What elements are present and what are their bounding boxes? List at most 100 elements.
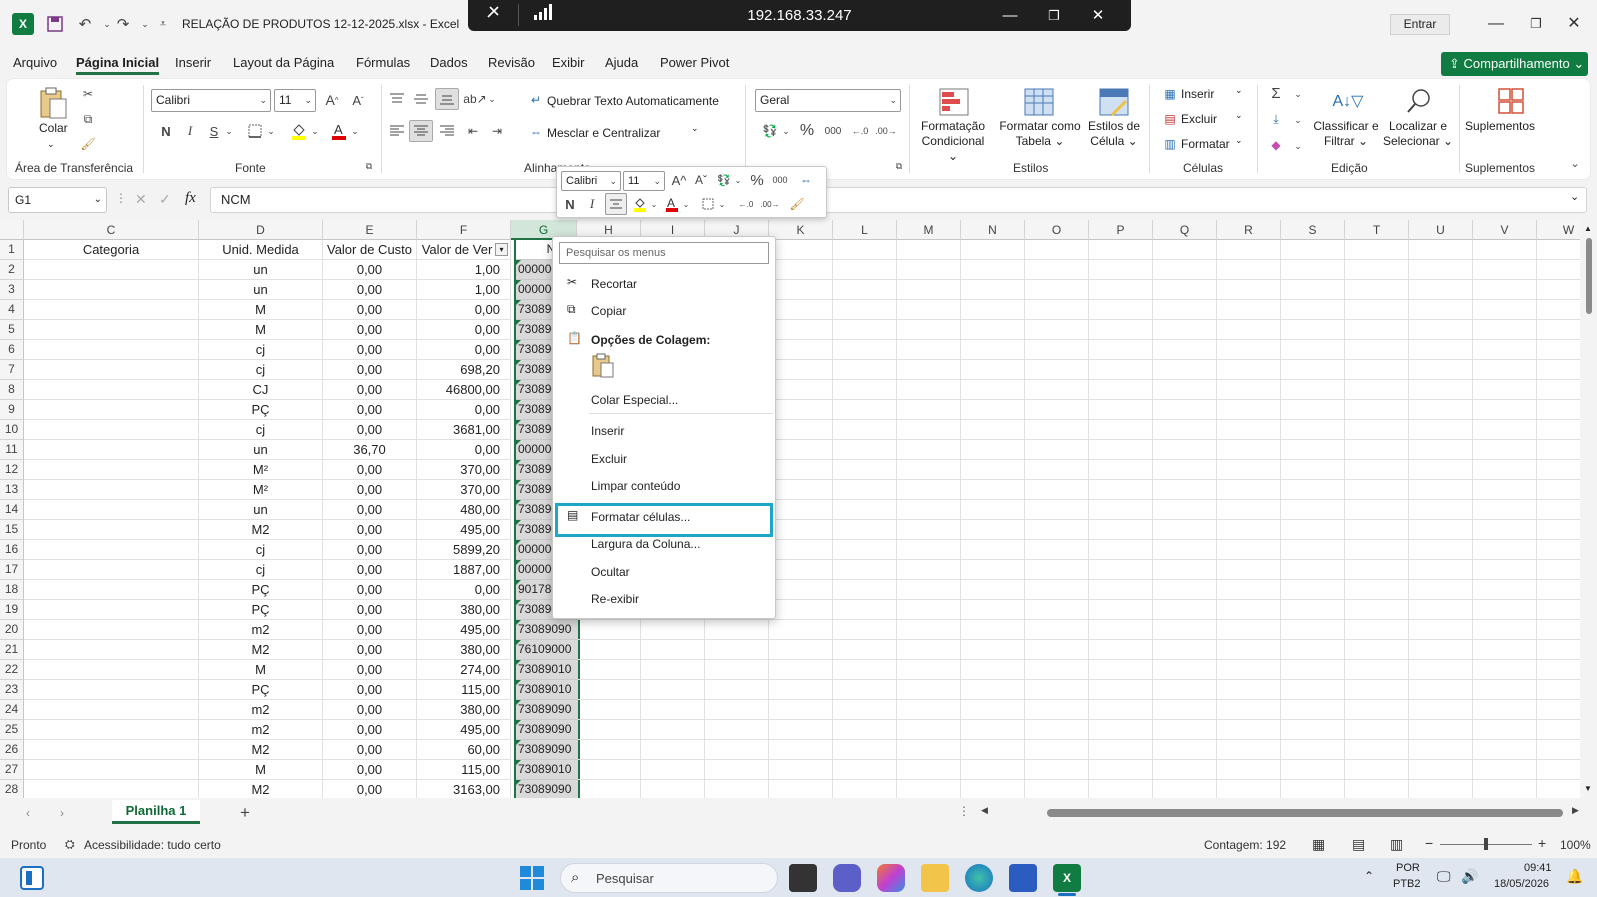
cell[interactable]: 0,00 [323, 520, 417, 540]
decrease-indent-icon[interactable]: ⇤ [463, 121, 483, 141]
cell[interactable]: CJ [199, 380, 323, 400]
redo-icon[interactable]: ↷ [112, 13, 134, 35]
cell[interactable] [769, 620, 833, 640]
cell[interactable] [1537, 420, 1580, 440]
cell[interactable] [705, 660, 769, 680]
cell[interactable] [1281, 380, 1345, 400]
cell[interactable] [1537, 360, 1580, 380]
cell[interactable] [961, 660, 1025, 680]
cell[interactable] [1409, 440, 1473, 460]
font-size-combo[interactable]: 11 ⌄ [274, 89, 316, 112]
cell[interactable] [1153, 700, 1217, 720]
ncm-cell[interactable]: 73089010 [516, 660, 578, 680]
menu-unhide[interactable]: Re-exibir [591, 592, 639, 606]
cell[interactable] [24, 340, 199, 360]
cell[interactable] [1473, 580, 1537, 600]
cell[interactable] [24, 720, 199, 740]
cell[interactable] [1537, 440, 1580, 460]
cell[interactable] [769, 720, 833, 740]
number-format-combo[interactable]: Geral ⌄ [755, 89, 901, 112]
cell[interactable] [833, 520, 897, 540]
cell[interactable] [1153, 440, 1217, 460]
close-icon[interactable]: ✕ [1559, 10, 1589, 38]
row-header[interactable]: 26 [0, 740, 24, 760]
cell[interactable]: un [199, 500, 323, 520]
cell[interactable]: 36,70 [323, 440, 417, 460]
cancel-icon[interactable]: ✕ [135, 191, 147, 208]
cell[interactable] [1089, 240, 1153, 260]
merge-center-button[interactable]: Mesclar e Centralizar [547, 126, 660, 140]
cell[interactable] [1409, 520, 1473, 540]
remote-minimize-icon[interactable]: — [996, 3, 1024, 28]
cell[interactable] [961, 680, 1025, 700]
hscroll-left-icon[interactable]: ◀ [981, 805, 988, 816]
cell[interactable] [1025, 520, 1089, 540]
cell[interactable]: 0,00 [323, 560, 417, 580]
cell[interactable]: 0,00 [323, 600, 417, 620]
cell[interactable] [1345, 520, 1409, 540]
cell[interactable] [833, 260, 897, 280]
cell[interactable] [1345, 460, 1409, 480]
cell[interactable]: m2 [199, 620, 323, 640]
page-layout-icon[interactable]: ▤ [1352, 836, 1365, 853]
cell[interactable] [1409, 580, 1473, 600]
cell[interactable] [24, 420, 199, 440]
ncm-cell[interactable]: 73089090 [516, 740, 578, 760]
cell[interactable] [961, 460, 1025, 480]
cell[interactable]: PÇ [199, 600, 323, 620]
cell[interactable] [1345, 660, 1409, 680]
cell[interactable] [1281, 540, 1345, 560]
cell[interactable]: 370,00 [417, 480, 511, 500]
cell[interactable] [897, 360, 961, 380]
cell[interactable] [577, 640, 641, 660]
cell[interactable] [961, 400, 1025, 420]
cell[interactable]: 3163,00 [417, 780, 511, 798]
cell[interactable] [1217, 700, 1281, 720]
tab-dados[interactable]: Dados [430, 55, 468, 75]
cell[interactable] [1537, 760, 1580, 780]
fill-dropdown-icon[interactable]: ⌄ [309, 121, 321, 141]
cell[interactable] [1153, 480, 1217, 500]
cell[interactable] [1281, 780, 1345, 798]
cell[interactable] [1473, 380, 1537, 400]
cell[interactable] [1089, 520, 1153, 540]
cell[interactable] [1409, 640, 1473, 660]
cell[interactable] [1217, 660, 1281, 680]
cell[interactable] [1153, 240, 1217, 260]
cell[interactable] [1153, 620, 1217, 640]
cell[interactable]: M [199, 760, 323, 780]
align-bottom-icon[interactable] [435, 88, 459, 110]
cell[interactable] [1409, 620, 1473, 640]
cell[interactable] [897, 320, 961, 340]
format-table-icon[interactable] [1022, 85, 1056, 119]
cell[interactable] [1281, 480, 1345, 500]
underline-dropdown-icon[interactable]: ⌄ [223, 121, 235, 141]
increase-decimal-icon[interactable]: ←.0 [849, 121, 871, 141]
cell[interactable] [1217, 380, 1281, 400]
cell[interactable]: 698,20 [417, 360, 511, 380]
cell[interactable]: 0,00 [417, 340, 511, 360]
cell[interactable] [1537, 460, 1580, 480]
cell[interactable] [769, 760, 833, 780]
format-table-button[interactable]: Formatar como Tabela ⌄ [997, 119, 1083, 149]
select-all-corner[interactable] [0, 220, 24, 240]
formula-input[interactable]: NCM [210, 187, 1587, 213]
cell[interactable] [1473, 680, 1537, 700]
row-header[interactable]: 18 [0, 580, 24, 600]
cell[interactable] [24, 780, 199, 798]
cell[interactable] [1025, 680, 1089, 700]
cell[interactable] [1025, 300, 1089, 320]
cell[interactable] [1281, 440, 1345, 460]
mini-increase-decimal-icon[interactable]: ←.0 [735, 194, 757, 214]
cell[interactable]: PÇ [199, 680, 323, 700]
cell[interactable] [705, 700, 769, 720]
undo-icon[interactable]: ↶ [74, 13, 96, 35]
row-header[interactable]: 17 [0, 560, 24, 580]
cell[interactable]: cj [199, 420, 323, 440]
tab-layout[interactable]: Layout da Página [233, 55, 334, 75]
cell[interactable] [769, 580, 833, 600]
mini-borders-icon[interactable] [699, 194, 717, 214]
page-break-icon[interactable]: ▥ [1390, 836, 1403, 853]
normal-view-icon[interactable]: ▦ [1312, 836, 1325, 853]
cell[interactable] [897, 660, 961, 680]
